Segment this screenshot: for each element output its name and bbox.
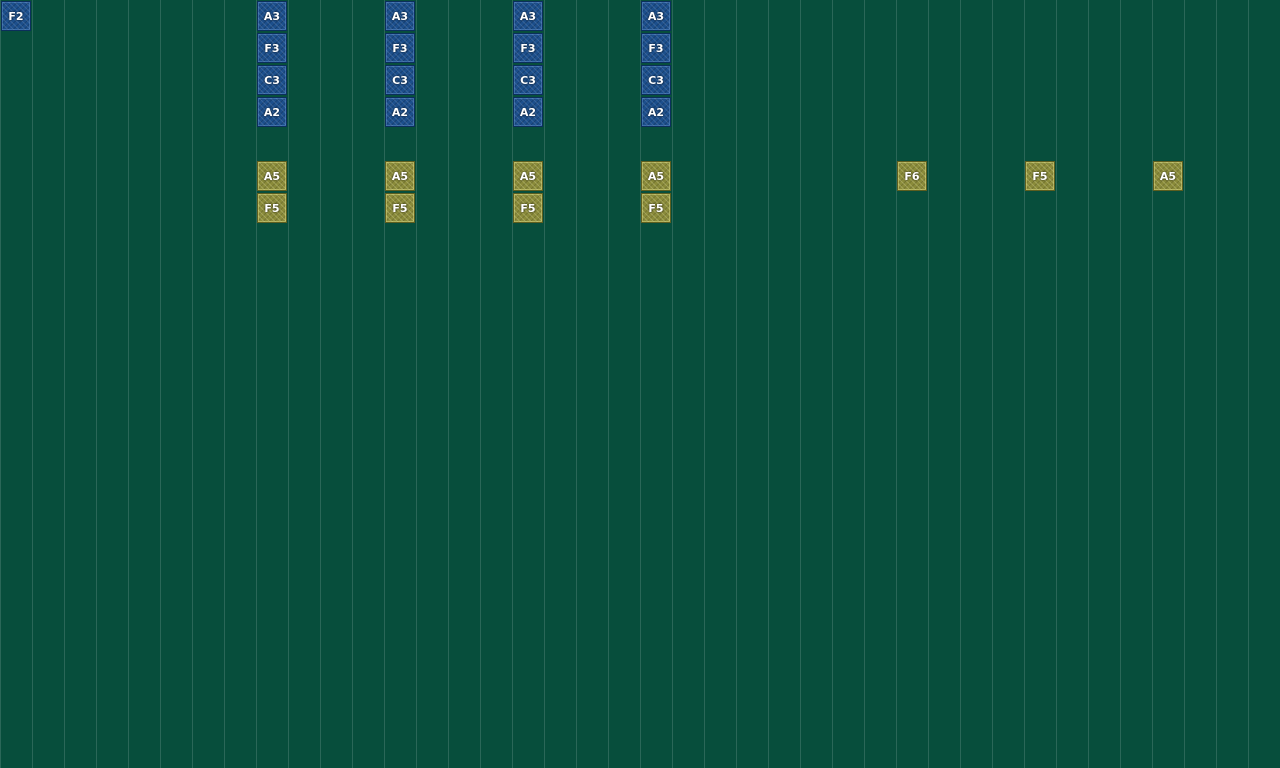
note-block-a2[interactable]: A2 — [385, 97, 415, 127]
note-block-f3[interactable]: F3 — [385, 33, 415, 63]
note-block-f5[interactable]: F5 — [385, 193, 415, 223]
note-block-a5[interactable]: A5 — [513, 161, 543, 191]
note-block-f5[interactable]: F5 — [257, 193, 287, 223]
note-block-a5[interactable]: A5 — [641, 161, 671, 191]
note-block-f5[interactable]: F5 — [513, 193, 543, 223]
note-block-a3[interactable]: A3 — [257, 1, 287, 31]
note-block-a3[interactable]: A3 — [385, 1, 415, 31]
note-block-a2[interactable]: A2 — [641, 97, 671, 127]
note-block-f5[interactable]: F5 — [641, 193, 671, 223]
note-block-f3[interactable]: F3 — [641, 33, 671, 63]
note-block-f3[interactable]: F3 — [513, 33, 543, 63]
note-block-a5[interactable]: A5 — [257, 161, 287, 191]
note-block-f3[interactable]: F3 — [257, 33, 287, 63]
note-block-c3[interactable]: C3 — [513, 65, 543, 95]
note-block-c3[interactable]: C3 — [641, 65, 671, 95]
note-block-f6[interactable]: F6 — [897, 161, 927, 191]
note-block-a3[interactable]: A3 — [641, 1, 671, 31]
note-block-a5[interactable]: A5 — [1153, 161, 1183, 191]
sequencer-grid[interactable]: F2 A3 F3 C3 A2 A5 F5 A3 F3 C3 A2 A5 F5 A3 F3 C3 A2 A5 F5 A3… — [0, 0, 1280, 768]
note-block-a3[interactable]: A3 — [513, 1, 543, 31]
note-block-f5[interactable]: F5 — [1025, 161, 1055, 191]
note-block-a2[interactable]: A2 — [257, 97, 287, 127]
note-block-a2[interactable]: A2 — [513, 97, 543, 127]
note-block-f2[interactable]: F2 — [1, 1, 31, 31]
note-block-a5[interactable]: A5 — [385, 161, 415, 191]
note-block-c3[interactable]: C3 — [257, 65, 287, 95]
note-block-c3[interactable]: C3 — [385, 65, 415, 95]
